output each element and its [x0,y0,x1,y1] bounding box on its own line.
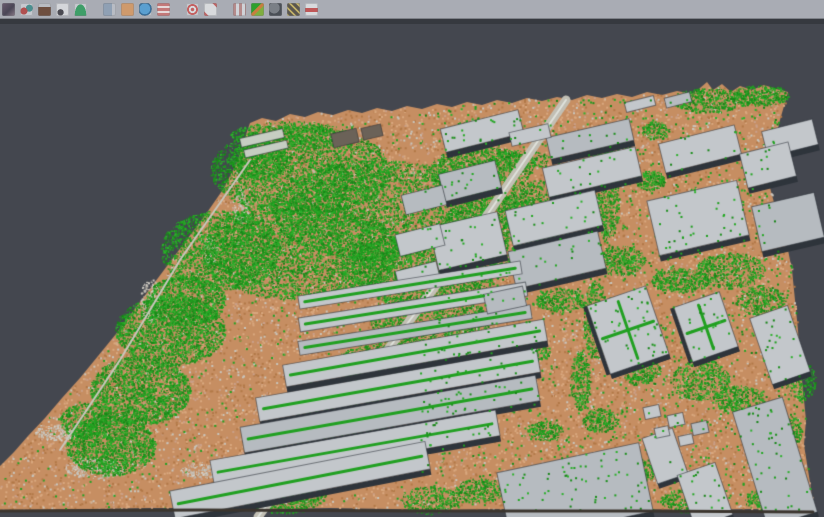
toolbar-ortho-image-icon[interactable] [121,3,134,16]
main-toolbar [0,0,824,19]
toolbar-group-3 [186,3,217,16]
viewport-3d-point-cloud[interactable] [0,24,824,517]
toolbar-terrain-dem-icon[interactable] [74,3,87,16]
toolbar-sphere-render-icon[interactable] [269,3,282,16]
toolbar-mountain-icon[interactable] [38,3,51,16]
toolbar-separator [222,3,228,16]
point-cloud-app-window [0,0,824,517]
toolbar-measure-icon[interactable] [287,3,300,16]
toolbar-separator [92,3,98,16]
toolbar-group-4 [233,3,318,16]
toolbar-side-panel-icon[interactable] [103,3,116,16]
toolbar-layers-icon[interactable] [157,3,170,16]
viewport-container [0,24,824,517]
toolbar-target-icon[interactable] [186,3,199,16]
toolbar-group-2 [103,3,170,16]
toolbar-save-icon[interactable] [20,3,33,16]
toolbar-group-1 [2,3,87,16]
toolbar-separator [175,3,181,16]
toolbar-zoom-fit-icon[interactable] [204,3,217,16]
toolbar-open-project-icon[interactable] [2,3,15,16]
toolbar-globe-icon[interactable] [139,3,152,16]
toolbar-filter-grid-icon[interactable] [233,3,246,16]
toolbar-classification-icon[interactable] [251,3,264,16]
toolbar-slice-tool-icon[interactable] [305,3,318,16]
toolbar-point-pick-icon[interactable] [56,3,69,16]
